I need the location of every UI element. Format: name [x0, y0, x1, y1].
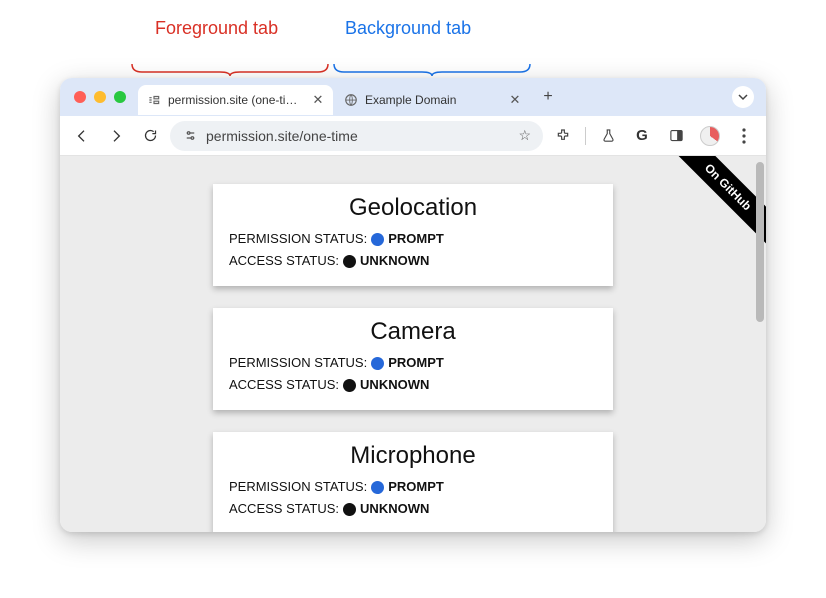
scrollbar[interactable] [756, 162, 764, 322]
forward-button[interactable] [102, 122, 130, 150]
card-title: Geolocation [229, 194, 597, 222]
close-tab-icon[interactable]: ✕ [508, 93, 522, 107]
menu-dots-icon[interactable] [730, 122, 758, 150]
status-dot-black-icon [343, 503, 356, 516]
tab-strip: permission.site (one-time) ✕ Example Dom… [60, 78, 766, 116]
tab-background[interactable]: Example Domain ✕ [335, 85, 530, 115]
access-label: ACCESS STATUS: [229, 498, 339, 520]
profile-avatar[interactable] [696, 122, 724, 150]
access-value: UNKNOWN [360, 250, 429, 272]
card-camera[interactable]: Camera PERMISSION STATUS: PROMPT ACCESS … [213, 308, 613, 410]
site-settings-icon[interactable] [182, 128, 198, 144]
access-row: ACCESS STATUS: UNKNOWN [229, 374, 597, 396]
page-content: On GitHub Geolocation PERMISSION STATUS:… [60, 156, 766, 532]
extensions-icon[interactable] [549, 122, 577, 150]
permission-label: PERMISSION STATUS: [229, 352, 367, 374]
annotation-layer: Foreground tab Background tab [0, 18, 826, 78]
brace-background [332, 62, 532, 78]
access-label: ACCESS STATUS: [229, 250, 339, 272]
browser-window: permission.site (one-time) ✕ Example Dom… [60, 78, 766, 532]
permission-row: PERMISSION STATUS: PROMPT [229, 476, 597, 498]
card-title: Microphone [229, 442, 597, 470]
close-tab-icon[interactable]: ✕ [311, 93, 325, 107]
status-dot-black-icon [343, 379, 356, 392]
permission-favicon-icon [146, 92, 162, 108]
close-window-button[interactable] [74, 91, 86, 103]
access-row: ACCESS STATUS: UNKNOWN [229, 250, 597, 272]
minimize-window-button[interactable] [94, 91, 106, 103]
card-microphone[interactable]: Microphone PERMISSION STATUS: PROMPT ACC… [213, 432, 613, 532]
back-button[interactable] [68, 122, 96, 150]
access-value: UNKNOWN [360, 374, 429, 396]
tabs-dropdown-button[interactable] [732, 86, 754, 108]
permission-row: PERMISSION STATUS: PROMPT [229, 352, 597, 374]
permission-value: PROMPT [388, 228, 444, 250]
toolbar-separator [585, 127, 586, 145]
status-dot-blue-icon [371, 481, 384, 494]
permission-label: PERMISSION STATUS: [229, 476, 367, 498]
reload-button[interactable] [136, 122, 164, 150]
maximize-window-button[interactable] [114, 91, 126, 103]
window-controls [74, 91, 126, 103]
labs-flask-icon[interactable] [594, 122, 622, 150]
cards-container: Geolocation PERMISSION STATUS: PROMPT AC… [60, 156, 766, 532]
card-title: Camera [229, 318, 597, 346]
side-panel-icon[interactable] [662, 122, 690, 150]
access-label: ACCESS STATUS: [229, 374, 339, 396]
permission-value: PROMPT [388, 352, 444, 374]
globe-favicon-icon [343, 92, 359, 108]
status-dot-blue-icon [371, 357, 384, 370]
tab-title: Example Domain [365, 93, 502, 107]
annotation-background-label: Background tab [345, 18, 471, 39]
tab-title: permission.site (one-time) [168, 93, 305, 107]
access-value: UNKNOWN [360, 498, 429, 520]
annotation-foreground-label: Foreground tab [155, 18, 278, 39]
address-bar[interactable]: permission.site/one-time ☆ [170, 121, 543, 151]
permission-value: PROMPT [388, 476, 444, 498]
bookmark-star-icon[interactable]: ☆ [518, 127, 531, 144]
tab-foreground[interactable]: permission.site (one-time) ✕ [138, 85, 333, 115]
brace-foreground [130, 62, 330, 78]
permission-row: PERMISSION STATUS: PROMPT [229, 228, 597, 250]
new-tab-button[interactable]: + [536, 85, 560, 109]
access-row: ACCESS STATUS: UNKNOWN [229, 498, 597, 520]
card-geolocation[interactable]: Geolocation PERMISSION STATUS: PROMPT AC… [213, 184, 613, 286]
permission-label: PERMISSION STATUS: [229, 228, 367, 250]
status-dot-blue-icon [371, 233, 384, 246]
url-text: permission.site/one-time [206, 128, 510, 144]
toolbar: permission.site/one-time ☆ G [60, 116, 766, 156]
status-dot-black-icon [343, 255, 356, 268]
google-g-icon[interactable]: G [628, 122, 656, 150]
